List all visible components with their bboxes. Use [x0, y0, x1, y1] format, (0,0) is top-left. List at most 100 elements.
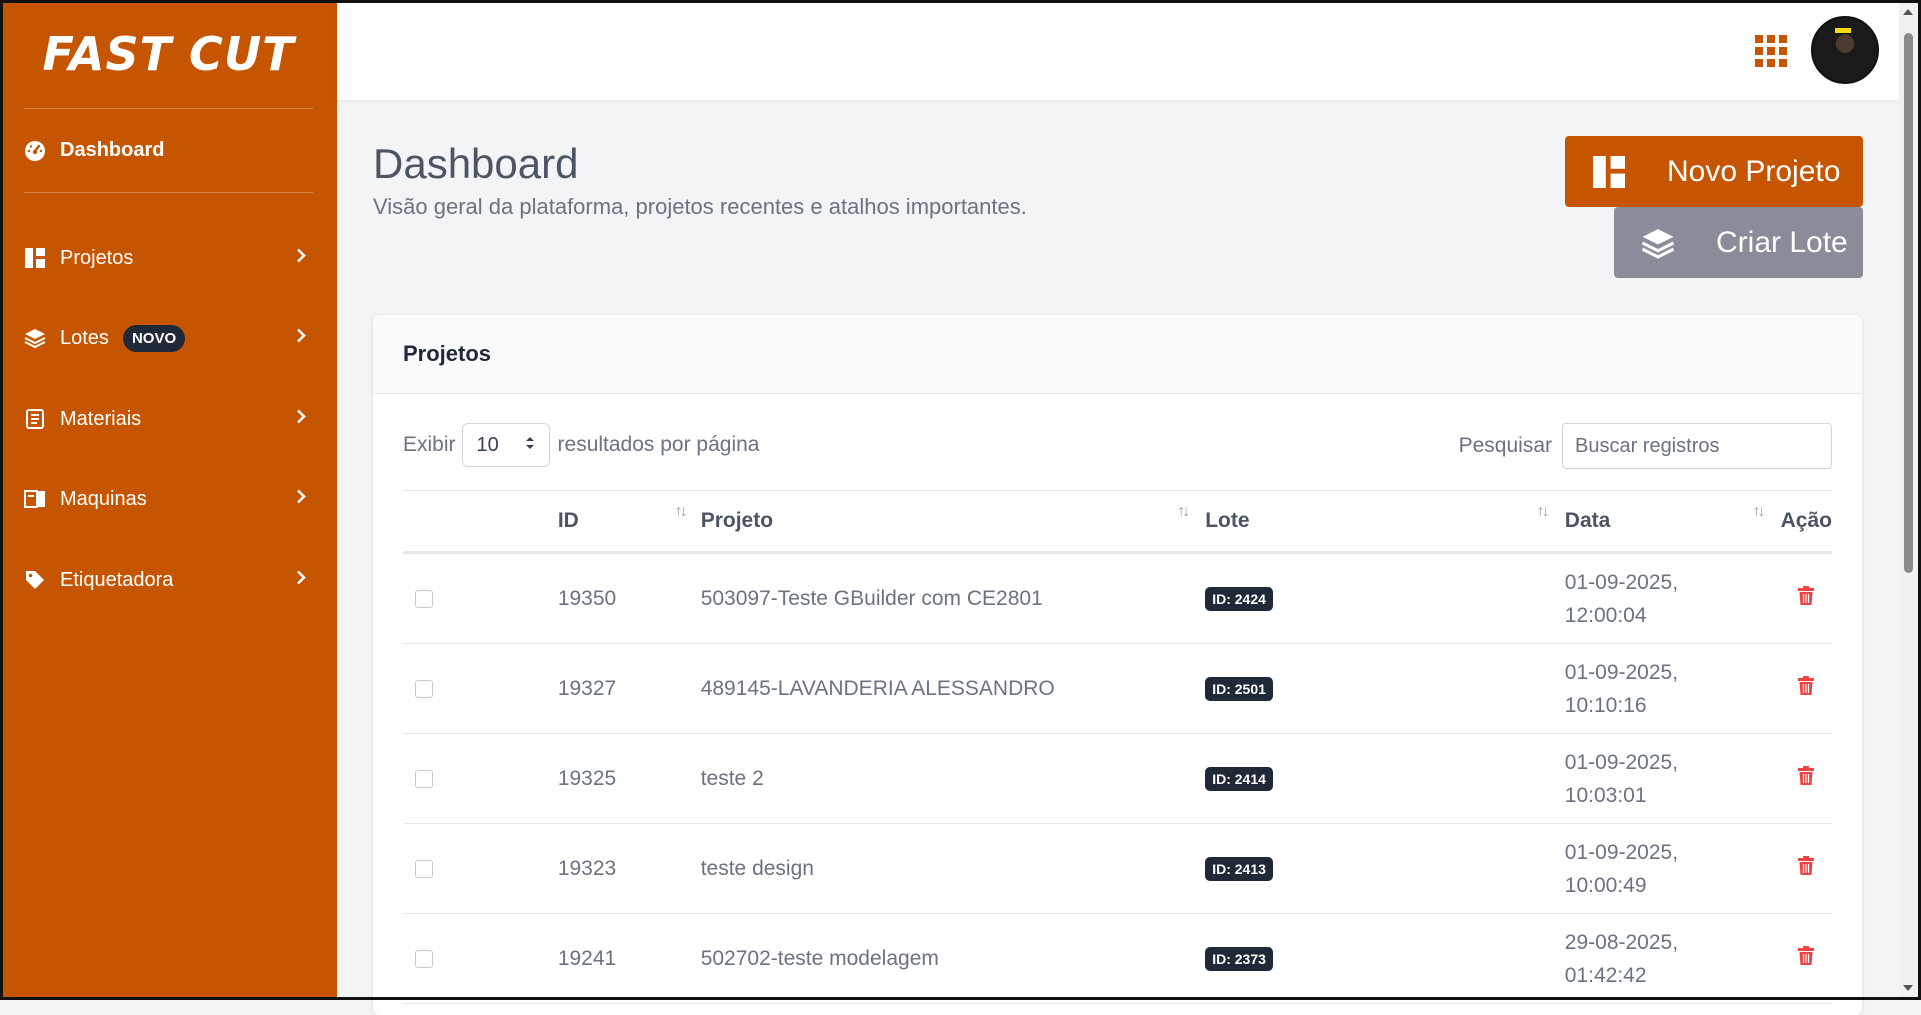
row-id: 19323 [557, 823, 701, 914]
chevron-right-icon [295, 488, 307, 511]
column-header-label: Data [1564, 509, 1611, 532]
user-avatar[interactable] [1811, 16, 1879, 84]
row-checkbox[interactable] [415, 679, 433, 698]
page-subtitle: Visão geral da plataforma, projetos rece… [373, 194, 1027, 219]
sidebar-item-label: Projetos [60, 246, 134, 269]
delete-button[interactable] [1781, 856, 1832, 881]
row-project[interactable]: teste 2 [700, 733, 1206, 824]
column-header-label: ID [557, 509, 579, 532]
trash-icon [1798, 946, 1815, 971]
sidebar-item-projetos[interactable]: Projetos [0, 228, 337, 288]
scroll-down-arrow-icon[interactable] [1903, 985, 1913, 991]
scrollbar-thumb[interactable] [1904, 33, 1913, 573]
row-date-day: 29-08-2025, [1564, 930, 1679, 954]
row-project[interactable]: 502702-teste modelagem [700, 913, 1206, 1004]
row-date-time: 12:00:04 [1564, 603, 1647, 627]
row-project[interactable]: 489145-LAVANDERIA ALESSANDRO [700, 643, 1206, 734]
search-label: Pesquisar [1458, 434, 1552, 457]
row-date: 01-09-2025, 10:03:01 [1564, 733, 1781, 824]
sidebar-item-dashboard[interactable]: Dashboard [0, 109, 337, 192]
top-bar [337, 0, 1899, 100]
delete-button[interactable] [1781, 586, 1832, 611]
column-header-project[interactable]: Projeto ↑↓ [700, 490, 1206, 554]
create-batch-button[interactable]: Criar Lote [1614, 207, 1863, 278]
row-date-day: 01-09-2025, [1564, 840, 1679, 864]
row-id: 19327 [557, 643, 701, 734]
search-control: Pesquisar [1459, 423, 1832, 469]
delete-button[interactable] [1781, 766, 1832, 791]
column-header-date[interactable]: Data ↑↓ [1564, 490, 1781, 554]
row-date-day: 01-09-2025, [1564, 750, 1679, 774]
table-row[interactable]: 19323 teste design ID: 2413 01-09-2025, 1… [403, 823, 1832, 914]
column-header-label: Projeto [700, 509, 774, 532]
create-batch-label: Criar Lote [1716, 225, 1848, 259]
projects-card: Projetos Exibir 10 resultados por página… [373, 315, 1862, 1015]
row-project[interactable]: 503097-Teste GBuilder com CE2801 [700, 552, 1206, 644]
panels-icon [1591, 154, 1627, 190]
row-checkbox[interactable] [415, 859, 433, 878]
table-row[interactable]: 19350 503097-Teste GBuilder com CE2801 I… [403, 552, 1832, 644]
table-row[interactable]: 19241 502702-teste modelagem ID: 2373 29… [403, 913, 1832, 1004]
row-date-time: 10:10:16 [1564, 693, 1647, 717]
lote-badge[interactable]: ID: 2501 [1205, 677, 1273, 701]
row-date-day: 01-09-2025, [1564, 660, 1679, 684]
sort-icon[interactable]: ↑↓ [675, 503, 688, 521]
show-label: Exibir [403, 433, 456, 456]
row-project[interactable]: teste design [700, 823, 1206, 914]
machine-icon [24, 488, 46, 510]
sidebar-item-label: Materiais [60, 407, 142, 430]
tag-icon [24, 569, 46, 591]
row-checkbox[interactable] [415, 949, 433, 968]
layers-icon [1640, 225, 1676, 261]
row-date: 01-09-2025, 10:10:16 [1564, 643, 1781, 734]
sort-icon[interactable]: ↑↓ [1537, 503, 1550, 521]
table-row[interactable]: 19325 teste 2 ID: 2414 01-09-2025, 10:03:… [403, 733, 1832, 824]
page-size-select[interactable]: 10 [461, 423, 550, 467]
row-checkbox[interactable] [415, 589, 433, 608]
sort-icon[interactable]: ↑↓ [1177, 503, 1190, 521]
trash-icon [1798, 856, 1815, 881]
page-title: Dashboard [373, 140, 579, 187]
sidebar-item-maquinas[interactable]: Maquinas [0, 469, 337, 529]
sort-icon[interactable]: ↑↓ [1753, 503, 1766, 521]
search-input[interactable] [1562, 423, 1832, 469]
column-header-id[interactable]: ID ↑↓ [557, 490, 701, 554]
brand-logo[interactable]: FAST CUT [0, 0, 337, 108]
page-scrollbar[interactable] [1899, 3, 1918, 997]
sidebar: FAST CUT Dashboard Projetos Lotes NOVO M… [0, 0, 337, 1000]
lote-badge[interactable]: ID: 2414 [1205, 767, 1273, 791]
list-icon [24, 408, 46, 430]
delete-button[interactable] [1781, 676, 1832, 701]
sidebar-item-lotes[interactable]: Lotes NOVO [0, 308, 337, 368]
lote-badge[interactable]: ID: 2413 [1205, 857, 1273, 881]
scroll-up-arrow-icon[interactable] [1903, 9, 1913, 15]
row-date: 29-08-2025, 01:42:42 [1564, 913, 1781, 1004]
table-row[interactable]: 19327 489145-LAVANDERIA ALESSANDRO ID: 2… [403, 643, 1832, 734]
apps-grid-icon[interactable] [1755, 35, 1787, 72]
column-header-label: Ação [1780, 509, 1832, 532]
row-date-time: 10:00:49 [1564, 873, 1647, 897]
row-checkbox[interactable] [415, 769, 433, 788]
sidebar-item-etiquetadora[interactable]: Etiquetadora [0, 550, 337, 610]
select-arrows-icon [525, 434, 535, 457]
sidebar-item-materiais[interactable]: Materiais [0, 389, 337, 449]
delete-button[interactable] [1781, 946, 1832, 971]
avatar-detail [1835, 28, 1851, 33]
card-title: Projetos [373, 315, 1862, 394]
lote-badge[interactable]: ID: 2424 [1205, 587, 1273, 611]
lote-badge[interactable]: ID: 2373 [1205, 947, 1273, 971]
row-id: 19241 [557, 913, 701, 1004]
page-size-value: 10 [476, 433, 499, 456]
per-page-label: resultados por página [557, 433, 760, 456]
row-date: 01-09-2025, 12:00:04 [1564, 552, 1781, 644]
layers-icon [24, 327, 46, 349]
chevron-right-icon [295, 569, 307, 592]
page-size-control: Exibir 10 resultados por página [403, 423, 760, 467]
column-header-lote[interactable]: Lote ↑↓ [1205, 490, 1565, 554]
sidebar-item-label: Lotes [60, 326, 109, 349]
table-header-row: ID ↑↓ Projeto ↑↓ Lote ↑↓ Data ↑↓ Ação [403, 490, 1832, 554]
row-date-time: 10:03:01 [1564, 783, 1647, 807]
sidebar-divider [24, 192, 313, 193]
select-column-header [403, 490, 558, 554]
new-project-button[interactable]: Novo Projeto [1565, 136, 1863, 207]
